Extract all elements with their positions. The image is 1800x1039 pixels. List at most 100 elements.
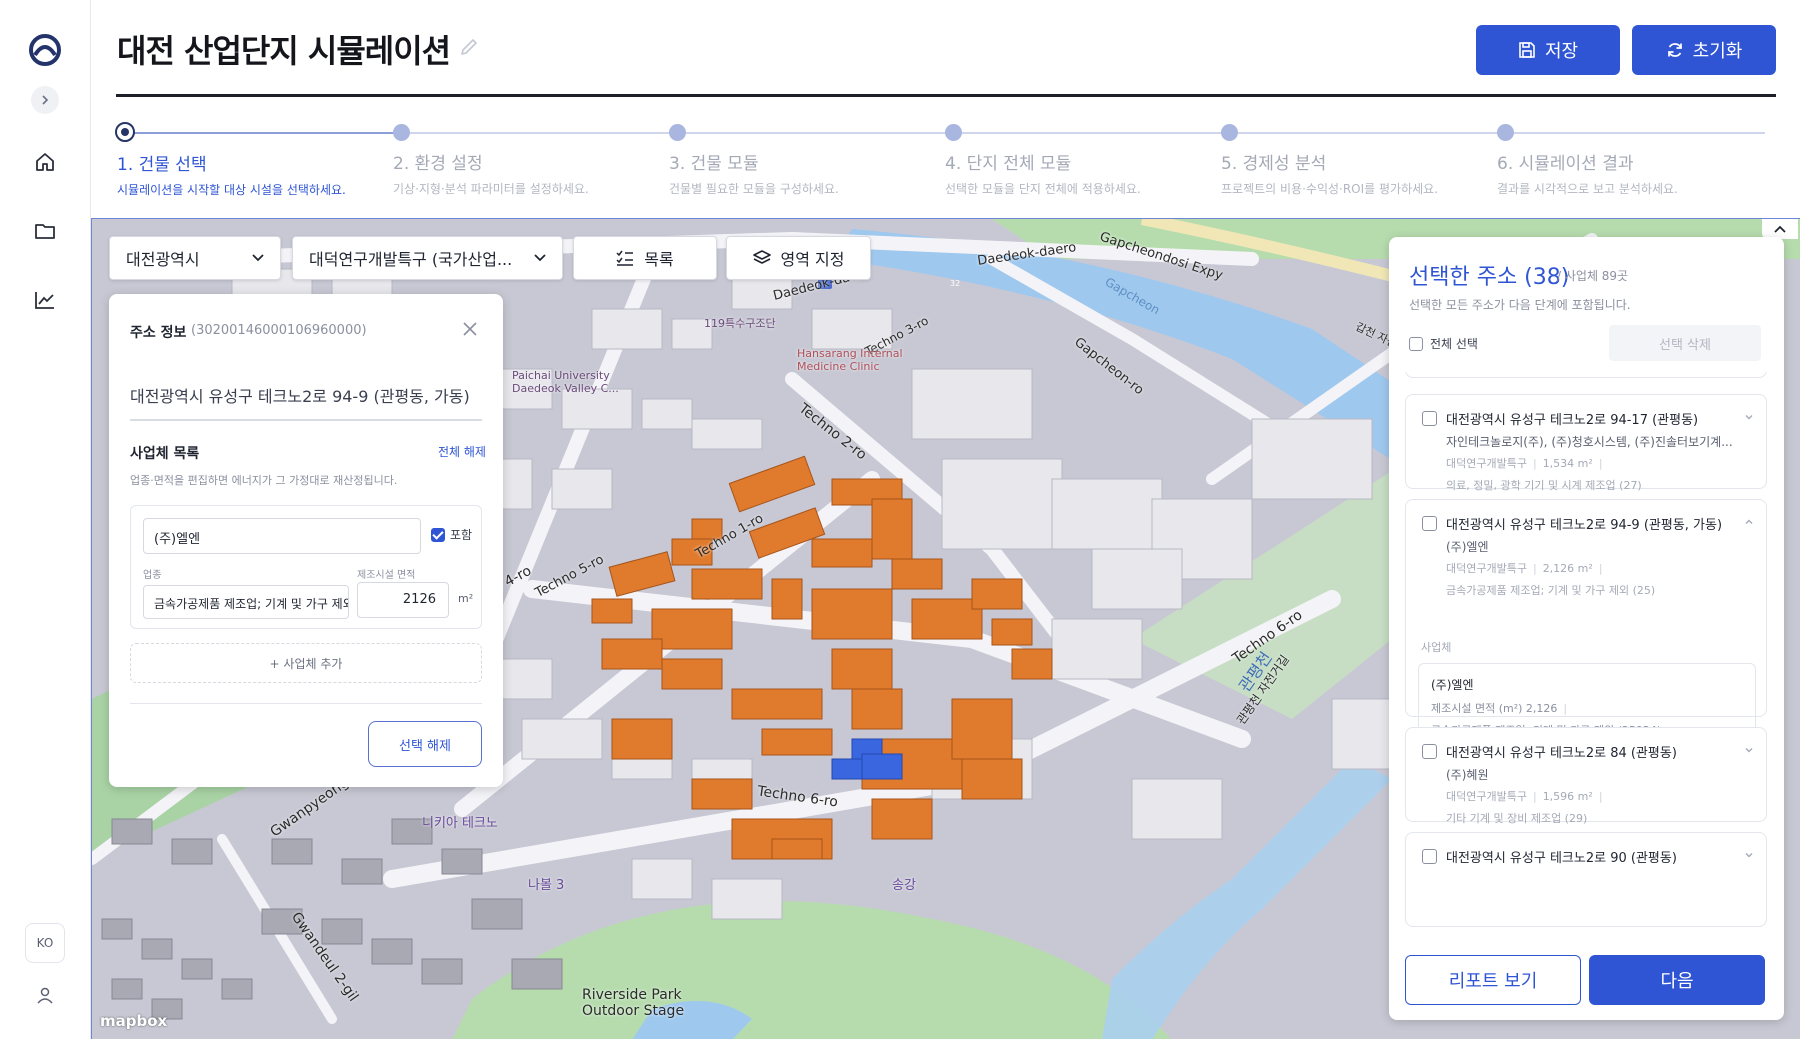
language-button[interactable]: KO — [25, 923, 65, 963]
reset-button[interactable]: 초기화 — [1632, 25, 1776, 75]
step-description: 결과를 시각적으로 보고 분석하세요. — [1497, 182, 1678, 196]
list-item[interactable]: 대전광역시 유성구 테크노2로 84 (관평동) (주)혜원 대덕연구개발특구 |… — [1405, 727, 1767, 825]
deselect-button[interactable]: 선택 해제 — [368, 721, 482, 767]
report-button[interactable]: 리포트 보기 — [1405, 955, 1581, 1005]
area-input[interactable]: 2126 — [357, 582, 449, 618]
city-select-value: 대전광역시 — [126, 250, 200, 269]
edit-hint: 업종·면적을 편집하면 에너지가 그 가정대로 재산정됩니다. — [130, 474, 398, 487]
step-description: 건물별 필요한 모듈을 구성하세요. — [669, 182, 839, 196]
list-item[interactable]: 대전광역시 유성구 테크노2로 90 (관평동) — [1405, 832, 1767, 927]
edit-title-icon[interactable] — [458, 36, 480, 58]
business-list-title: 사업체 목록 — [130, 446, 200, 462]
business-name: (주)엘엔 — [1431, 678, 1474, 692]
business-area-text: 제조시설 면적 (m²) 2,126 — [1431, 702, 1558, 715]
poi-label: Paichai University Daedeok Valley C... — [512, 369, 619, 395]
step-5[interactable]: 5. 경제성 분석프로젝트의 비용·수익성·ROI를 평가하세요. — [1221, 124, 1491, 197]
item-area: 1,596 m² — [1542, 790, 1593, 803]
app-logo-icon[interactable] — [28, 33, 62, 67]
list-item[interactable] — [1405, 372, 1767, 378]
business-section-label: 사업체 — [1421, 641, 1452, 654]
poi-label: Riverside Park Outdoor Stage — [582, 987, 685, 1019]
nav-home[interactable] — [30, 147, 60, 177]
collapse-panel-button[interactable] — [1762, 219, 1798, 239]
route-shield: 32 — [950, 279, 961, 288]
step-description: 프로젝트의 비용·수익성·ROI를 평가하세요. — [1221, 182, 1439, 196]
user-button[interactable] — [30, 980, 60, 1010]
industry-select[interactable]: 금속가공제품 제조업; 기계 및 가구 제외 — [143, 585, 349, 619]
step-label: 1. 건물 선택 — [117, 155, 207, 175]
add-business-button[interactable]: + 사업체 추가 — [130, 643, 482, 683]
step-description: 선택한 모듈을 단지 전체에 적용하세요. — [945, 182, 1141, 196]
step-dot — [1497, 124, 1514, 141]
item-checkbox[interactable] — [1422, 411, 1437, 426]
delete-selected-button[interactable]: 선택 삭제 — [1609, 325, 1761, 361]
item-checkbox[interactable] — [1422, 849, 1437, 864]
home-icon — [36, 153, 54, 171]
item-meta: 대덕연구개발특구 | 1,534 m² | — [1446, 457, 1603, 470]
poi-label: 나볼 3 — [528, 878, 565, 893]
item-checkbox[interactable] — [1422, 744, 1437, 759]
poi-label: 니키아 테크노 — [422, 816, 498, 831]
select-all-label: 전체 선택 — [1430, 337, 1478, 351]
nav-folder[interactable] — [30, 216, 60, 246]
chevron-down-icon[interactable] — [1743, 849, 1755, 861]
poi-label: Hansarang Internal Medicine Clinic — [797, 347, 903, 373]
step-dot — [945, 124, 962, 141]
step-dot — [393, 124, 410, 141]
save-label: 저장 — [1544, 41, 1579, 62]
step-description: 시뮬레이션을 시작할 대상 시설을 선택하세요. — [117, 183, 346, 197]
step-4[interactable]: 4. 단지 전체 모듈 선택한 모듈을 단지 전체에 적용하세요. — [945, 124, 1215, 197]
step-label: 5. 경제성 분석 — [1221, 154, 1327, 174]
district-select-value: 대덕연구개발특구 (국가산업... — [309, 250, 513, 269]
include-checkbox[interactable] — [431, 527, 445, 542]
chevron-up-icon[interactable] — [1743, 516, 1755, 528]
list-button[interactable]: 목록 — [573, 236, 717, 280]
mapbox-attribution: mapbox — [100, 1012, 168, 1030]
area-button-label: 영역 지정 — [780, 250, 845, 269]
step-dot — [115, 122, 135, 142]
step-6[interactable]: 6. 시뮬레이션 결과결과를 시각적으로 보고 분석하세요. — [1497, 124, 1767, 197]
layers-icon — [752, 250, 771, 264]
step-1[interactable]: 1. 건물 선택시뮬레이션을 시작할 대상 시설을 선택하세요. — [115, 122, 387, 198]
list-item[interactable]: 대전광역시 유성구 테크노2로 94-9 (관평동, 가동) (주)엘엔 대덕연… — [1405, 499, 1767, 747]
chevron-down-icon — [252, 254, 264, 262]
reset-label: 초기화 — [1692, 41, 1743, 62]
city-select[interactable]: 대전광역시 — [109, 236, 281, 280]
chart-icon — [35, 292, 54, 309]
step-label: 6. 시뮬레이션 결과 — [1497, 154, 1634, 174]
item-zone: 대덕연구개발특구 — [1446, 457, 1527, 470]
select-all[interactable]: 전체 선택 — [1409, 335, 1478, 352]
business-name-input[interactable]: (주)엘엔 — [143, 518, 421, 554]
district-select[interactable]: 대덕연구개발특구 (국가산업... — [292, 236, 563, 280]
step-2[interactable]: 2. 환경 설정 기상·지형·분석 파라미터를 설정하세요. — [393, 124, 663, 197]
clear-all-link[interactable]: 전체 해제 — [438, 443, 486, 460]
expand-rail-button[interactable] — [31, 86, 59, 114]
save-button[interactable]: 저장 — [1476, 25, 1620, 75]
nav-analytics[interactable] — [30, 285, 60, 315]
chevron-down-icon[interactable] — [1743, 411, 1755, 423]
industry-label: 업종 — [143, 570, 162, 581]
include-toggle[interactable]: 포함 — [431, 526, 472, 543]
select-all-checkbox[interactable] — [1409, 336, 1423, 351]
folder-icon — [35, 224, 55, 239]
item-address: 대전광역시 유성구 테크노2로 84 (관평동) — [1446, 746, 1677, 761]
list-item[interactable]: 대전광역시 유성구 테크노2로 94-17 (관평동) 자인테크놀로지(주), … — [1405, 394, 1767, 492]
list-button-label: 목록 — [644, 250, 674, 269]
area-select-button[interactable]: 영역 지정 — [726, 236, 871, 280]
item-meta: 대덕연구개발특구 | 2,126 m² | — [1446, 562, 1603, 575]
item-address: 대전광역시 유성구 테크노2로 94-9 (관평동, 가동) — [1446, 518, 1723, 533]
selected-title: 선택한 주소 (38) — [1409, 265, 1570, 290]
item-checkbox[interactable] — [1422, 516, 1437, 531]
step-3[interactable]: 3. 건물 모듈 건물별 필요한 모듈을 구성하세요. — [669, 124, 939, 197]
item-industry: 의료, 정밀, 광학 기기 및 시계 제조업 (27) — [1446, 479, 1642, 492]
item-meta: 대덕연구개발특구 | 1,596 m² | — [1446, 790, 1603, 803]
save-icon — [1519, 42, 1535, 58]
area-label: 제조시설 면적 — [357, 570, 416, 581]
chevron-down-icon — [534, 254, 546, 262]
info-panel-title: 주소 정보 — [130, 325, 187, 341]
next-button[interactable]: 다음 — [1589, 955, 1765, 1005]
close-icon[interactable] — [461, 320, 479, 338]
page-title: 대전 산업단지 시뮬레이션 — [117, 32, 451, 70]
step-dot — [669, 124, 686, 141]
chevron-down-icon[interactable] — [1743, 744, 1755, 756]
